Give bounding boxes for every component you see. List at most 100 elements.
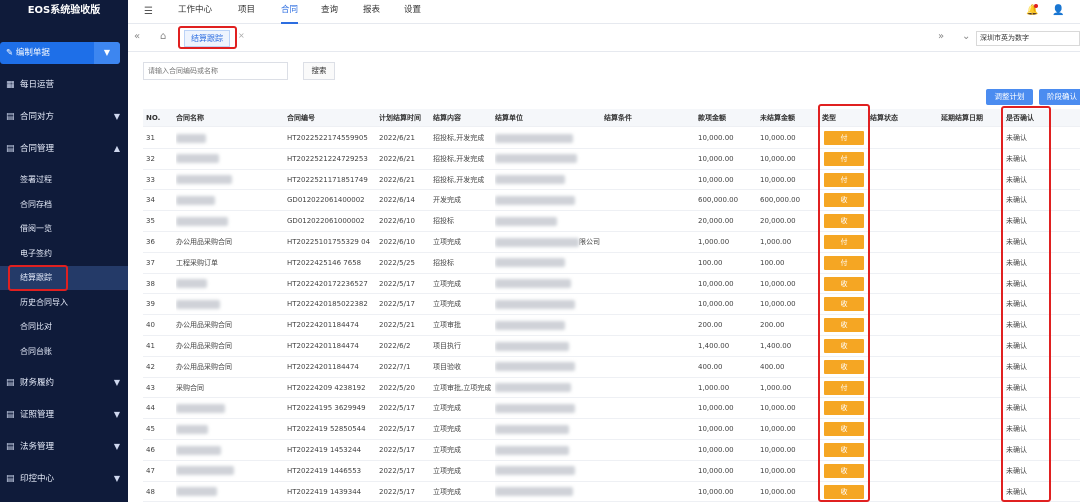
cell-code: HT2022419 1439344: [287, 487, 362, 496]
cell-content: 招投标,开发完成: [433, 175, 485, 184]
sidebar-subitem-5[interactable]: 历史合同导入: [0, 291, 128, 315]
cell-confirm: 未确认: [1006, 466, 1027, 475]
table-row[interactable]: 42 办公用品采购合同 HT20224201184474 2022/7/1 项目验收 40…: [143, 357, 1080, 378]
table-row[interactable]: 48 HT2022419 1439344 2022/5/17 立项完成 10,000.0…: [143, 482, 1080, 502]
close-icon[interactable]: ×: [238, 31, 245, 40]
redacted-unit: [495, 279, 571, 289]
table-row[interactable]: 35 GD012022061000002 2022/6/10 招投标 20,000.00…: [143, 211, 1080, 232]
cell-unit: [495, 315, 602, 335]
cell-no: 39: [146, 300, 155, 309]
sidebar-item-bottom-3[interactable]: ▤ 印控中心 ▼: [0, 466, 128, 492]
table-header-cell: 延期结算日期: [941, 114, 983, 122]
table-row[interactable]: 34 GD012022061400002 2022/6/14 开发完成 600,000.…: [143, 190, 1080, 212]
table-row[interactable]: 47 HT2022419 1446553 2022/5/17 立项完成 10,000.0…: [143, 461, 1080, 482]
cell-unit: [495, 398, 602, 418]
cell-unit: [495, 336, 602, 356]
sidebar-subitem-1[interactable]: 合同存档: [0, 193, 128, 217]
cell-cond: [604, 461, 694, 481]
search-input[interactable]: [143, 62, 288, 80]
redacted-name: [176, 133, 206, 143]
redacted-name: [176, 403, 225, 413]
cell-name: [176, 211, 281, 231]
cell-cond: [604, 357, 694, 377]
sidebar-item-bottom-1[interactable]: ▤ 证照管理 ▼: [0, 402, 128, 428]
workspace-button-label: ✎ 编制单据: [6, 48, 50, 58]
sidebar-subitem-4[interactable]: 结算跟踪: [0, 266, 128, 290]
cell-code: HT2022420185022382: [287, 300, 368, 309]
cell-unit: [495, 378, 602, 398]
cell-content: 招投标: [433, 258, 454, 267]
menu-icon[interactable]: ☰: [144, 6, 153, 17]
sidebar-subitem-7[interactable]: 合同台账: [0, 340, 128, 364]
sidebar-subitem-3[interactable]: 电子签约: [0, 242, 128, 266]
search-button[interactable]: 搜索: [303, 62, 335, 80]
redacted-name: [176, 279, 207, 289]
cell-unpaid: 400.00: [760, 362, 785, 371]
table-row[interactable]: 45 HT2022419 52850544 2022/5/17 立项完成 10,000.…: [143, 419, 1080, 440]
stage-confirm-button[interactable]: 阶段确认: [1039, 89, 1080, 105]
sidebar-item-bottom-0[interactable]: ▤ 财务履约 ▼: [0, 370, 128, 396]
caret-down-icon[interactable]: ▼: [94, 42, 120, 64]
topnav-item-3[interactable]: 查询: [321, 0, 338, 24]
table-row[interactable]: 32 HT2022521224729253 2022/6/21 招投标,开发完成 10,…: [143, 149, 1080, 170]
cell-delay: [941, 190, 1006, 210]
type-badge: 收: [824, 339, 864, 353]
tabs-back-icon[interactable]: «: [134, 31, 140, 42]
table-row[interactable]: 37 工程采购订单 HT2022425146 7658 2022/5/25 招投标 100…: [143, 253, 1080, 274]
table-row[interactable]: 40 办公用品采购合同 HT20224201184474 2022/5/21 立项审批 2…: [143, 315, 1080, 336]
tabs-forward-icon-right[interactable]: »: [938, 31, 944, 42]
cell-delay: [941, 211, 1006, 231]
cell-amount: 10,000.00: [698, 300, 734, 309]
cell-code: HT2022521224729253: [287, 154, 368, 163]
sidebar-item-bottom-2[interactable]: ▤ 法务管理 ▼: [0, 434, 128, 460]
adjust-plan-button[interactable]: 调整计划: [986, 89, 1033, 105]
table-row[interactable]: 38 HT2022420172236527 2022/5/17 立项完成 10,000.…: [143, 274, 1080, 295]
workspace-button[interactable]: ✎ 编制单据 ▼: [0, 42, 120, 64]
cell-no: 40: [146, 321, 155, 330]
type-badge: 付: [824, 172, 864, 187]
cell-confirm: 未确认: [1006, 279, 1027, 288]
tenant-select[interactable]: 深圳市英为数字: [976, 31, 1080, 46]
home-icon[interactable]: ⌂: [160, 31, 166, 42]
topnav-item-1[interactable]: 项目: [238, 0, 255, 24]
table-row[interactable]: 31 HT2022522174559905 2022/6/21 招投标,开发完成 10,…: [143, 128, 1080, 149]
topnav-item-4[interactable]: 报表: [363, 0, 380, 24]
cell-amount: 10,000.00: [698, 404, 734, 413]
cell-type: 收: [822, 461, 867, 481]
sidebar-item-2[interactable]: ▤ 合同管理 ▲: [0, 136, 128, 162]
sidebar-subitem-2[interactable]: 借阅一览: [0, 217, 128, 241]
cell-date: 2022/6/21: [379, 134, 415, 142]
sidebar-subitem-6[interactable]: 合同比对: [0, 315, 128, 339]
tab-settlement-tracking[interactable]: 结算跟踪: [184, 30, 230, 47]
cell-unpaid: 100.00: [760, 258, 785, 267]
table-row[interactable]: 44 HT20224195 3629949 2022/5/17 立项完成 10,000.…: [143, 398, 1080, 420]
table-row[interactable]: 46 HT2022419 1453244 2022/5/17 立项完成 10,000.0…: [143, 440, 1080, 461]
content-area: 搜索 调整计划 阶段确认 NO. 合同名称 合同编号 计划结算时间 结算内容 结算单位 结算…: [128, 52, 1080, 502]
sidebar-subitem-0[interactable]: 签署过程: [0, 168, 128, 192]
cell-date: 2022/5/17: [379, 446, 415, 454]
cell-confirm: 未确认: [1006, 238, 1027, 246]
table-row[interactable]: 39 HT2022420185022382 2022/5/17 立项完成 10,000.…: [143, 294, 1080, 316]
cell-unpaid: 10,000.00: [760, 487, 796, 496]
sidebar-item-0[interactable]: ▦ 每日运营: [0, 72, 128, 98]
cell-content: 立项完成: [433, 300, 461, 309]
bell-icon[interactable]: 🔔: [1026, 4, 1038, 16]
type-badge: 收: [824, 463, 864, 478]
type-badge: 收: [824, 443, 864, 457]
cell-cond: [604, 211, 694, 231]
topnav-item-2[interactable]: 合同: [281, 0, 299, 24]
topnav-item-0[interactable]: 工作中心: [178, 0, 212, 24]
table-row[interactable]: 36 办公用品采购合同 HT20225101755329 04 2022/6/10 立项…: [143, 232, 1080, 253]
topnav-item-5[interactable]: 设置: [404, 0, 421, 24]
document-icon: ▤: [6, 410, 15, 420]
table-row[interactable]: 41 办公用品采购合同 HT20224201184474 2022/6/2 项目执行 1,…: [143, 336, 1080, 357]
cell-unpaid: 1,000.00: [760, 383, 792, 392]
table-row[interactable]: 43 采购合同 HT20224209 4238192 2022/5/20 立项审批,立项…: [143, 378, 1080, 399]
chevron-down-icon[interactable]: ⌄: [962, 31, 970, 42]
cell-type: 付: [822, 378, 867, 398]
table-row[interactable]: 33 HT2022521171851749 2022/6/21 招投标,开发完成 10,…: [143, 170, 1080, 191]
user-icon[interactable]: 👤: [1052, 5, 1064, 16]
cell-type: 收: [822, 419, 867, 439]
sidebar-item-1[interactable]: ▤ 合同对方 ▼: [0, 104, 128, 130]
cell-confirm: 未确认: [1006, 404, 1027, 413]
